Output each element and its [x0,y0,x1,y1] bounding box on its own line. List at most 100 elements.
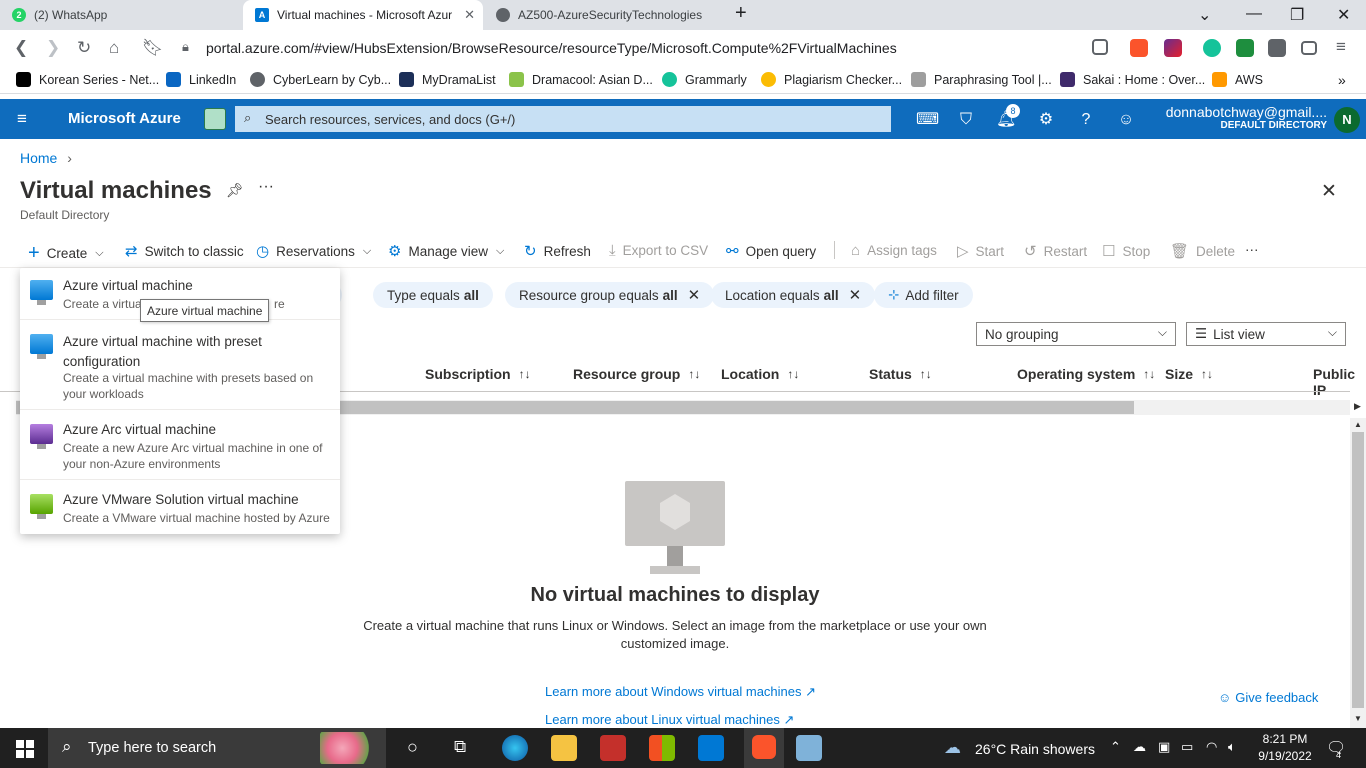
grammarly-icon[interactable] [1203,39,1221,57]
file-explorer-icon[interactable] [551,735,577,761]
wallet-icon[interactable] [1301,41,1317,55]
restart-button[interactable]: ↺ Restart [1024,242,1087,260]
more-commands-icon[interactable]: ··· [1245,242,1259,257]
scroll-down-icon[interactable]: ▼ [1354,714,1362,723]
notepad-icon[interactable] [796,735,822,761]
task-view-icon[interactable]: ⧉ [454,737,466,757]
column-resource-group[interactable]: Resource group ↑↓ [573,366,700,382]
column-operating-system[interactable]: Operating system ↑↓ [1017,366,1155,382]
battery-icon[interactable]: ▭ [1181,739,1193,755]
bookmark-item[interactable]: LinkedIn [166,72,236,87]
install-app-icon[interactable] [1092,39,1108,55]
minimize-icon[interactable]: — [1246,5,1262,23]
scroll-right-icon[interactable]: ▶ [1354,401,1361,412]
learn-linux-link[interactable]: Learn more about Linux virtual machines … [545,712,794,728]
bookmark-item[interactable]: Plagiarism Checker... [761,72,902,87]
back-icon[interactable]: ❮ [14,38,28,58]
bookmark-icon[interactable]: 🔖︎ [142,38,164,58]
refresh-button[interactable]: ↻ Refresh [524,242,591,260]
remove-filter-icon[interactable]: ✕ [849,286,862,304]
forward-icon[interactable]: ❯ [46,38,60,58]
tab-search-icon[interactable]: ⌄ [1198,5,1211,25]
account-info[interactable]: donnabotchway@gmail.... DEFAULT DIRECTOR… [1150,104,1327,131]
menu-item-azure-arc-vm[interactable]: Azure Arc virtual machine Create a new A… [20,410,340,480]
settings-icon[interactable]: ⚙ [1036,110,1056,130]
menu-icon[interactable]: ≡ [1336,37,1346,57]
reservations-button[interactable]: ◷ Reservations ⌵ [256,242,371,260]
clock[interactable]: 8:21 PM 9/19/2022 [1255,731,1315,765]
restore-icon[interactable]: ❐ [1290,5,1304,25]
filter-type[interactable]: Type equals all [373,282,493,308]
app-v-icon[interactable] [600,735,626,761]
new-tab-icon[interactable]: + [735,2,747,25]
remove-filter-icon[interactable]: ✕ [688,286,701,304]
azure-search-input[interactable]: ⌕ Search resources, services, and docs (… [235,106,891,132]
tab-virtual-machines[interactable]: A Virtual machines - Microsoft Azur ✕ [243,0,483,30]
avatar[interactable]: N [1334,107,1360,133]
more-options-icon[interactable]: ··· [258,178,274,196]
open-query-button[interactable]: ⚯ Open query [726,242,816,260]
filter-resource-group[interactable]: Resource group equals all ✕ [505,282,715,308]
store-icon[interactable] [649,735,675,761]
onedrive-icon[interactable]: ☁ [1133,739,1146,755]
tab-az500[interactable]: AZ500-AzureSecurityTechnologies [484,0,724,30]
bookmark-item[interactable]: Korean Series - Net... [16,72,159,87]
column-public-ip[interactable]: Public IP [1313,366,1366,398]
portal-menu-icon[interactable]: ≡ [17,109,27,129]
scrollbar-thumb[interactable] [1352,432,1364,708]
grouping-dropdown[interactable]: No grouping ⌵ [976,322,1176,346]
bookmark-item[interactable]: Dramacool: Asian D... [509,72,653,87]
manage-view-button[interactable]: ⚙ Manage view ⌵ [388,242,504,260]
bookmark-item[interactable]: CyberLearn by Cyb... [250,72,391,87]
bookmark-item[interactable]: Grammarly [662,72,747,87]
brave-taskbar-active[interactable] [744,728,784,768]
home-icon[interactable]: ⌂ [109,38,119,58]
give-feedback-link[interactable]: ☺ Give feedback [1218,690,1318,705]
bookmark-item[interactable]: MyDramaList [399,72,496,87]
column-location[interactable]: Location ↑↓ [721,366,799,382]
close-blade-icon[interactable]: ✕ [1321,180,1337,203]
stop-button[interactable]: ☐ Stop [1102,242,1150,260]
wifi-icon[interactable]: ◠ [1206,739,1217,755]
bookmark-item[interactable]: AWS [1212,72,1263,87]
more-bookmarks-icon[interactable]: » [1338,72,1346,88]
extension-beta-icon[interactable] [1236,39,1254,57]
url-bar[interactable]: 🔒︎ portal.azure.com/#view/HubsExtension/… [168,35,1118,61]
extensions-icon[interactable] [1268,39,1286,57]
menu-item-vmware-vm[interactable]: Azure VMware Solution virtual machine Cr… [20,480,340,534]
cloud-shell-icon[interactable]: ⌨ [916,110,939,130]
chevron-up-icon[interactable]: ⌃ [1110,739,1121,755]
column-subscription[interactable]: Subscription ↑↓ [425,366,531,382]
learn-windows-link[interactable]: Learn more about Windows virtual machine… [545,684,816,700]
switch-classic-button[interactable]: ⇄ Switch to classic [125,242,244,260]
bookmark-item[interactable]: Paraphrasing Tool |... [911,72,1052,87]
feedback-icon[interactable]: ☺ [1116,110,1136,130]
taskbar-search-input[interactable]: ⌕ Type here to search [48,728,386,768]
weather-text[interactable]: 26°C Rain showers [975,741,1095,757]
add-filter-button[interactable]: ⊹ Add filter [874,282,973,308]
menu-item-azure-vm-preset[interactable]: Azure virtual machine with preset config… [20,320,340,410]
delete-button[interactable]: 🗑︎ Delete [1170,242,1235,260]
cortana-icon[interactable]: ○ [407,737,418,758]
column-status[interactable]: Status ↑↓ [869,366,932,382]
volume-icon[interactable]: 🔈︎ [1228,739,1236,755]
vertical-scrollbar[interactable]: ▲ ▼ [1350,418,1366,728]
view-dropdown[interactable]: ☰ List view ⌵ [1186,322,1346,346]
pin-icon[interactable]: 📌︎ [226,182,244,199]
upgrade-icon[interactable] [204,108,226,130]
brave-shields-icon[interactable] [1130,39,1148,57]
edge-icon[interactable] [502,735,528,761]
help-icon[interactable]: ? [1076,110,1096,130]
export-csv-button[interactable]: ⤓ Export to CSV [609,242,708,259]
column-size[interactable]: Size ↑↓ [1165,366,1213,382]
scroll-up-icon[interactable]: ▲ [1354,420,1362,429]
reload-icon[interactable]: ↻ [77,38,91,58]
breadcrumb-home[interactable]: Home [20,150,57,166]
mail-icon[interactable] [698,735,724,761]
camera-icon[interactable]: ▣ [1158,739,1170,755]
bookmark-item[interactable]: Sakai : Home : Over... [1060,72,1205,87]
close-window-icon[interactable]: ✕ [1337,5,1350,25]
brave-rewards-icon[interactable] [1164,39,1182,57]
filter-location[interactable]: Location equals all ✕ [711,282,876,308]
windows-start-icon[interactable] [16,740,34,758]
